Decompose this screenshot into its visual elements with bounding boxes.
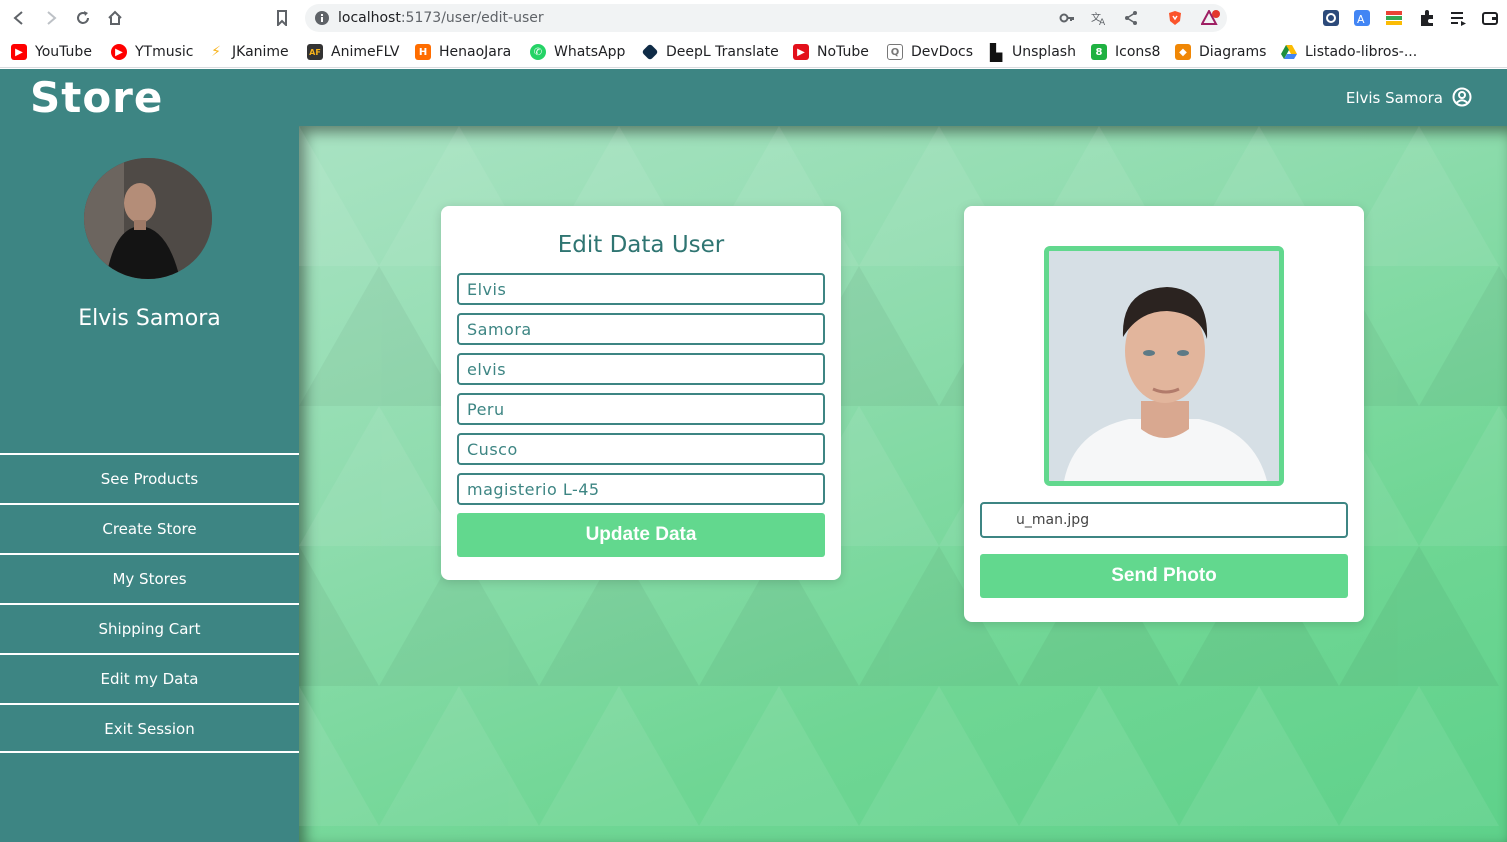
header-user-name[interactable]: Elvis Samora: [1346, 89, 1443, 107]
bookmark-jkanime[interactable]: ⚡ JKanime: [208, 42, 289, 62]
sidebar-menu: See Products Create Store My Stores Ship…: [0, 453, 299, 753]
deepl-icon: [641, 43, 659, 61]
google-drive-icon: [1281, 44, 1297, 60]
country-input[interactable]: [457, 393, 825, 425]
user-circle-icon[interactable]: [1452, 87, 1472, 107]
city-input[interactable]: [457, 433, 825, 465]
unsplash-icon: ▙: [989, 42, 1003, 62]
url-text[interactable]: localhost:5173/user/edit-user: [338, 10, 544, 26]
wallet-icon[interactable]: [1481, 9, 1499, 27]
svg-text:A: A: [1099, 18, 1106, 26]
menu-exit-session[interactable]: Exit Session: [0, 703, 299, 753]
youtube-icon: ▶: [11, 44, 27, 60]
menu-create-store[interactable]: Create Store: [0, 503, 299, 553]
bookmark-devdocs[interactable]: Q DevDocs: [887, 42, 973, 62]
whatsapp-icon: ✆: [530, 44, 546, 60]
site-info-icon[interactable]: [314, 10, 330, 26]
back-icon[interactable]: [9, 8, 29, 28]
devdocs-icon: Q: [887, 44, 903, 60]
animeflv-icon: AF: [307, 44, 323, 60]
app-header: Store Elvis Samora: [0, 69, 1507, 126]
main-content: Edit Data User Update Data u_man.jpg Sen…: [299, 126, 1507, 842]
last-name-input[interactable]: [457, 313, 825, 345]
bookmark-youtube[interactable]: ▶ YouTube: [11, 42, 92, 62]
bookmark-unsplash[interactable]: ▙ Unsplash: [988, 42, 1076, 62]
address-input[interactable]: [457, 473, 825, 505]
update-data-button[interactable]: Update Data: [457, 513, 825, 557]
photo-file-input[interactable]: u_man.jpg: [980, 502, 1348, 538]
menu-my-stores[interactable]: My Stores: [0, 553, 299, 603]
translate-icon[interactable]: 文A: [1091, 10, 1107, 26]
username-input[interactable]: [457, 353, 825, 385]
address-bar[interactable]: localhost:5173/user/edit-user 文A: [305, 4, 1227, 32]
sidebar-user-name: Elvis Samora: [78, 306, 221, 331]
bookmark-ytmusic[interactable]: ▶ YTmusic: [111, 42, 194, 62]
brand-logo[interactable]: Store: [30, 73, 163, 122]
menu-see-products[interactable]: See Products: [0, 453, 299, 503]
menu-edit-my-data[interactable]: Edit my Data: [0, 653, 299, 703]
notube-icon: ▶: [793, 44, 809, 60]
sidebar-avatar: [84, 158, 212, 279]
svg-text:A: A: [1357, 13, 1365, 26]
profile-photo-preview: [1044, 246, 1284, 486]
color-extension-icon[interactable]: [1385, 9, 1403, 27]
ytmusic-icon: ▶: [111, 44, 127, 60]
bookmark-whatsapp[interactable]: ✆ WhatsApp: [530, 42, 625, 62]
bookmark-listado-libros[interactable]: Listado-libros-...: [1281, 42, 1417, 62]
bookmark-page-icon[interactable]: [272, 8, 292, 28]
share-icon[interactable]: [1123, 10, 1139, 26]
bookmark-henaojara[interactable]: H HenaoJara: [415, 42, 511, 62]
edit-data-title: Edit Data User: [557, 232, 725, 258]
icons8-icon: 8: [1091, 44, 1107, 60]
playlist-icon[interactable]: [1449, 9, 1467, 27]
brave-rewards-icon[interactable]: [1201, 10, 1221, 26]
bookmark-diagrams[interactable]: ◆ Diagrams: [1175, 42, 1266, 62]
sidebar: Elvis Samora See Products Create Store M…: [0, 126, 299, 842]
bookmarks-bar: ▶ YouTube ▶ YTmusic ⚡ JKanime AF AnimeFLV HH…: [0, 36, 1507, 68]
diagrams-icon: ◆: [1175, 44, 1191, 60]
home-icon[interactable]: [105, 8, 125, 28]
bookmark-deepl[interactable]: DeepL Translate: [641, 42, 779, 62]
key-icon[interactable]: [1059, 10, 1075, 26]
reload-icon[interactable]: [73, 8, 93, 28]
henaojara-icon: H: [415, 44, 431, 60]
photo-card: u_man.jpg Send Photo: [964, 206, 1364, 622]
menu-shipping-cart[interactable]: Shipping Cart: [0, 603, 299, 653]
brave-shield-icon[interactable]: [1167, 10, 1183, 26]
extensions-puzzle-icon[interactable]: [1418, 9, 1436, 27]
bookmark-notube[interactable]: ▶ NoTube: [793, 42, 869, 62]
extension-icon[interactable]: [1322, 9, 1340, 27]
first-name-input[interactable]: [457, 273, 825, 305]
translate-extension-icon[interactable]: A: [1353, 9, 1371, 27]
jkanime-icon: ⚡: [211, 44, 221, 60]
edit-data-card: Edit Data User Update Data: [441, 206, 841, 580]
forward-icon[interactable]: [41, 8, 61, 28]
bookmark-animeflv[interactable]: AF AnimeFLV: [307, 42, 399, 62]
browser-toolbar: localhost:5173/user/edit-user 文A A: [0, 0, 1507, 36]
send-photo-button[interactable]: Send Photo: [980, 554, 1348, 598]
bookmark-icons8[interactable]: 8 Icons8: [1091, 42, 1160, 62]
